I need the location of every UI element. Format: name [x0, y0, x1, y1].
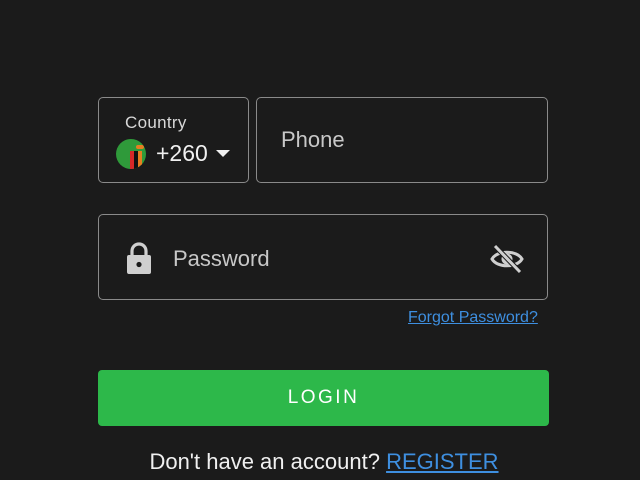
caret-down-icon: [216, 150, 230, 157]
phone-input[interactable]: [281, 124, 531, 156]
register-prompt-row: Don't have an account? REGISTER: [0, 449, 640, 475]
lock-icon: [127, 242, 151, 274]
dial-code: +260: [156, 140, 208, 166]
register-link[interactable]: REGISTER: [386, 449, 498, 474]
register-prompt-text: Don't have an account?: [149, 449, 380, 474]
password-input[interactable]: [173, 243, 473, 275]
login-button[interactable]: LOGIN: [98, 370, 549, 426]
phone-field[interactable]: [256, 97, 548, 183]
forgot-password-link[interactable]: Forgot Password?: [408, 309, 538, 327]
country-label: Country: [125, 113, 187, 132]
country-selector[interactable]: Country +260: [98, 97, 249, 183]
password-field[interactable]: [98, 214, 548, 300]
eye-off-icon[interactable]: [490, 243, 524, 275]
zambia-flag-icon: [116, 139, 146, 169]
login-page: Country +260 Forgot Password? LOGIN Don'…: [0, 0, 640, 480]
